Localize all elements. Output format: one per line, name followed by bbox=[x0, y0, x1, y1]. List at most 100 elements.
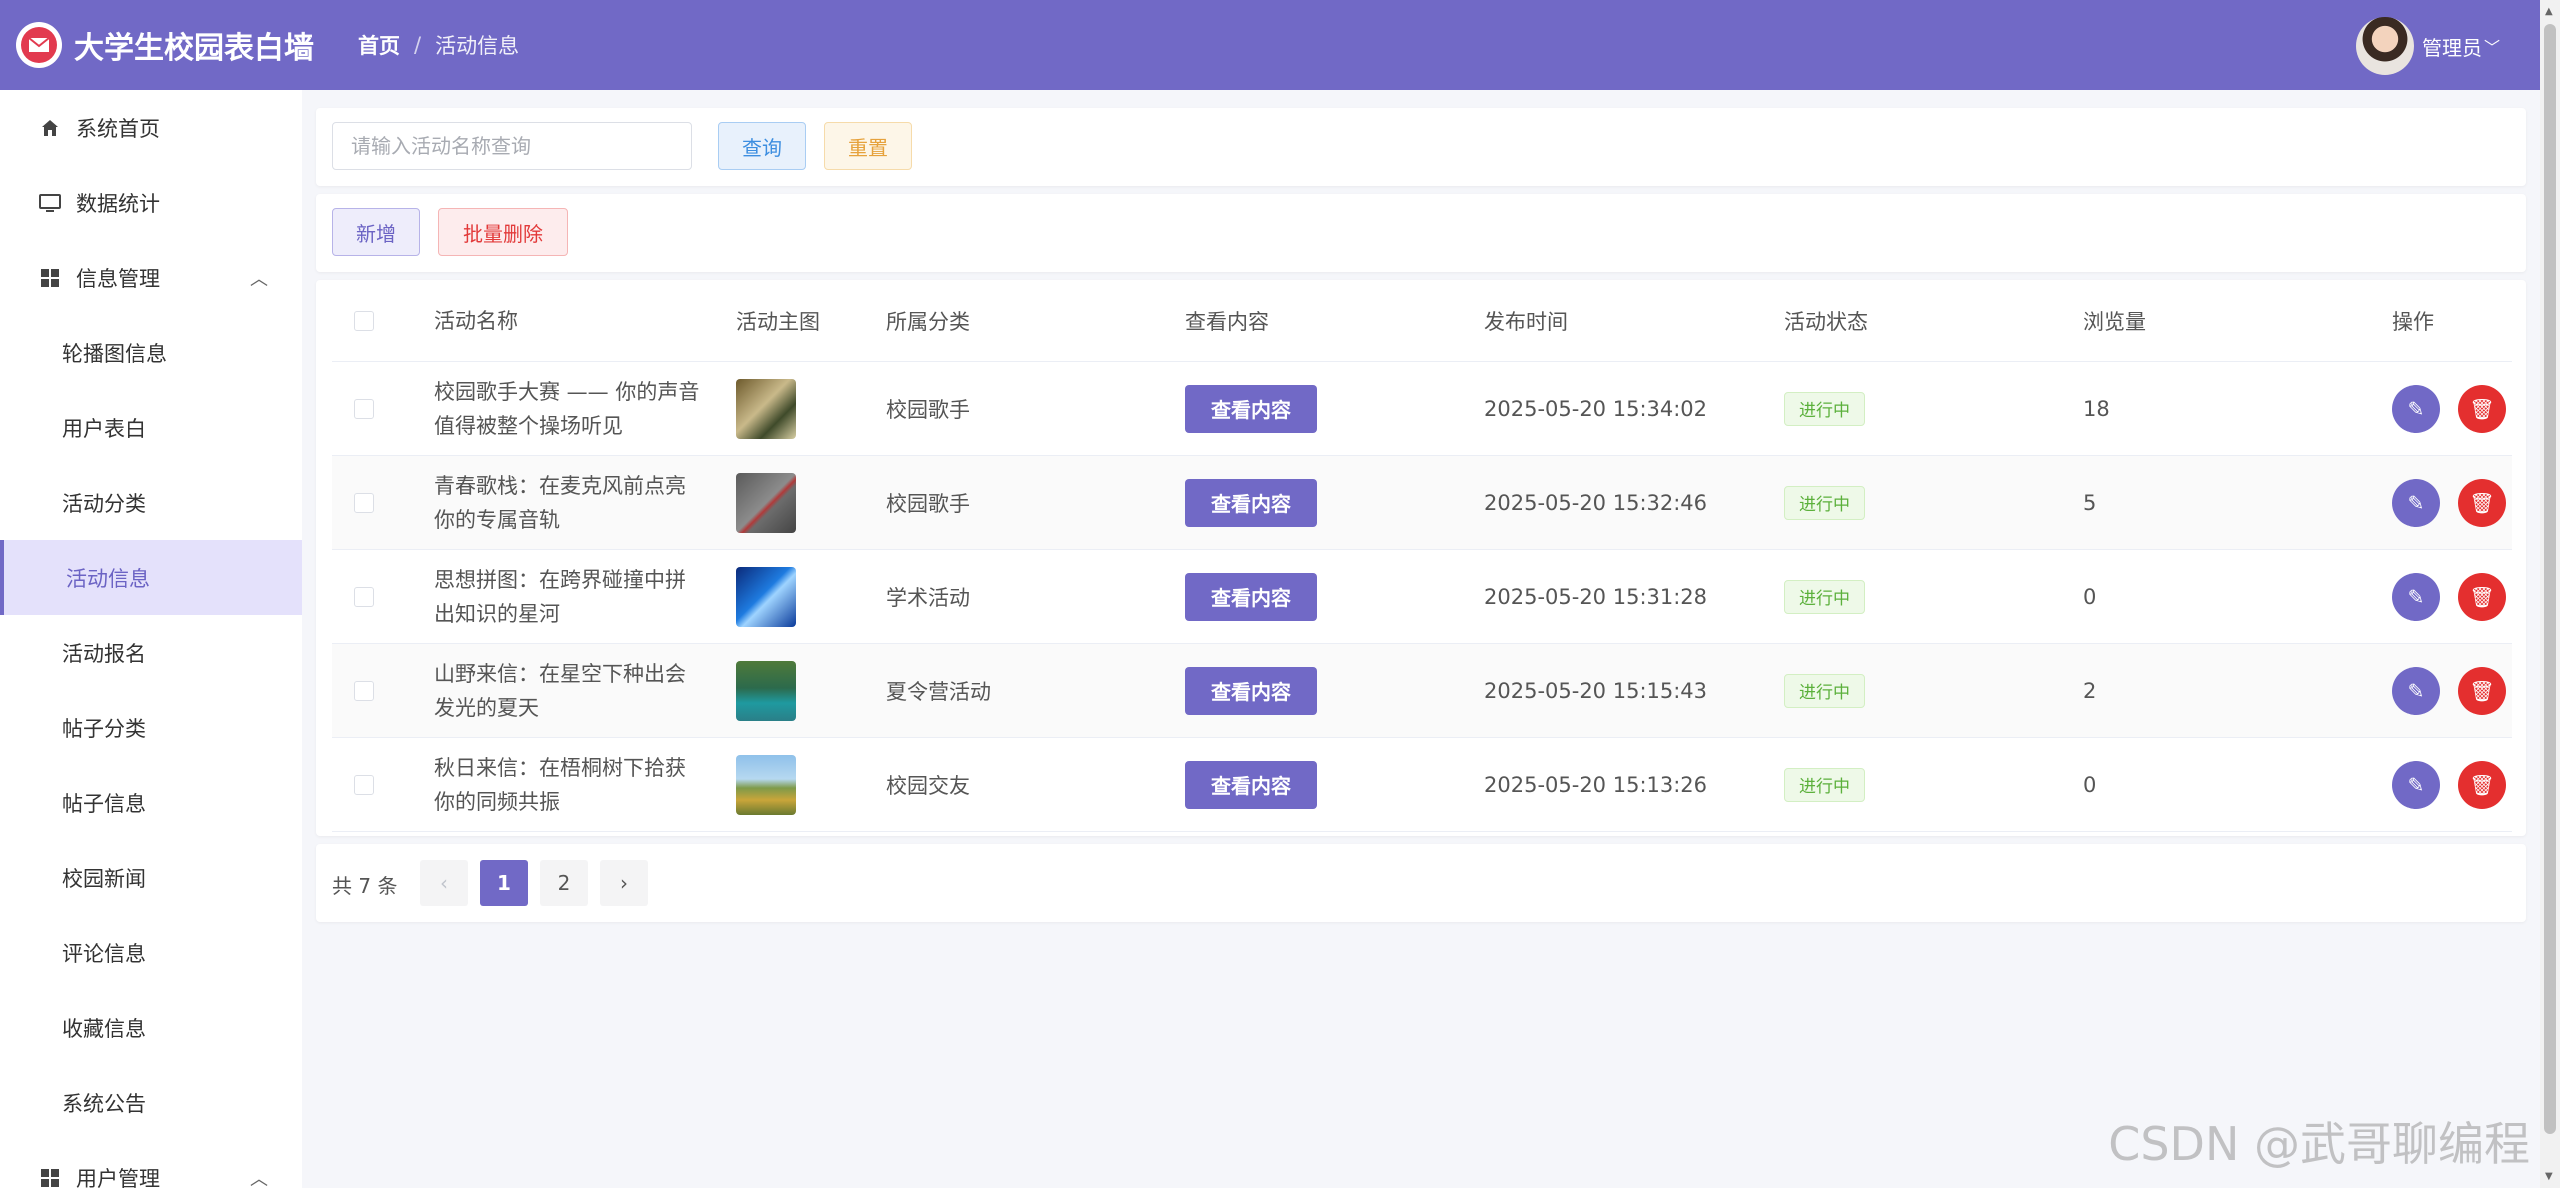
breadcrumb-separator: / bbox=[414, 33, 422, 57]
sidebar-item-label: 帖子信息 bbox=[62, 791, 146, 816]
table-row: 秋日来信：在梧桐树下拾获你的同频共振 校园交友 查看内容 2025-05-20 … bbox=[332, 738, 2512, 832]
status-badge: 进行中 bbox=[1784, 391, 1865, 426]
status-badge: 进行中 bbox=[1784, 673, 1865, 708]
breadcrumb-home[interactable]: 首页 bbox=[358, 30, 400, 60]
breadcrumb-current: 活动信息 bbox=[435, 34, 520, 58]
view-content-button[interactable]: 查看内容 bbox=[1185, 760, 1317, 809]
activity-category: 校园歌手 bbox=[886, 491, 970, 516]
user-name[interactable]: 管理员 bbox=[2422, 32, 2482, 61]
search-input[interactable] bbox=[332, 122, 692, 170]
edit-button[interactable]: ✎ bbox=[2392, 666, 2440, 715]
trash-icon: 🗑 bbox=[2469, 490, 2495, 515]
view-content-button[interactable]: 查看内容 bbox=[1185, 478, 1317, 527]
query-button[interactable]: 查询 bbox=[718, 122, 806, 170]
activity-table: 活动名称 活动主图 所属分类 查看内容 发布时间 活动状态 浏览量 操作 校园歌… bbox=[316, 280, 2526, 836]
grid-icon bbox=[38, 1166, 62, 1188]
delete-button[interactable]: 🗑 bbox=[2458, 572, 2506, 621]
view-count: 18 bbox=[2083, 396, 2110, 421]
activity-thumbnail[interactable] bbox=[736, 660, 796, 721]
activity-category: 夏令营活动 bbox=[886, 679, 991, 704]
table-header: 活动名称 活动主图 所属分类 查看内容 发布时间 活动状态 浏览量 操作 bbox=[332, 280, 2512, 362]
row-checkbox[interactable] bbox=[354, 680, 374, 701]
col-header-ops: 操作 bbox=[2392, 309, 2434, 334]
table-row: 青春歌栈：在麦克风前点亮你的专属音轨 校园歌手 查看内容 2025-05-20 … bbox=[332, 456, 2512, 550]
sidebar-item-comments[interactable]: 评论信息 bbox=[0, 915, 302, 990]
view-count: 2 bbox=[2083, 678, 2097, 703]
view-content-button[interactable]: 查看内容 bbox=[1185, 384, 1317, 433]
batch-delete-button[interactable]: 批量删除 bbox=[438, 208, 568, 256]
sidebar-item-activity-signup[interactable]: 活动报名 bbox=[0, 615, 302, 690]
publish-time: 2025-05-20 15:31:28 bbox=[1484, 584, 1708, 609]
chevron-down-icon[interactable]: ﹀ bbox=[2484, 34, 2500, 58]
activity-thumbnail[interactable] bbox=[736, 754, 796, 815]
reset-button[interactable]: 重置 bbox=[824, 122, 912, 170]
sidebar-group-users[interactable]: 用户管理 ︿ bbox=[0, 1140, 302, 1188]
sidebar-item-notices[interactable]: 系统公告 bbox=[0, 1065, 302, 1140]
breadcrumb: 首页 / 活动信息 bbox=[358, 30, 519, 60]
sidebar-item-activity-info[interactable]: 活动信息 bbox=[0, 540, 302, 615]
scroll-down-icon[interactable]: ▼ bbox=[2545, 1171, 2553, 1182]
table-row: 山野来信：在星空下种出会发光的夏天 夏令营活动 查看内容 2025-05-20 … bbox=[332, 644, 2512, 738]
trash-icon: 🗑 bbox=[2469, 678, 2495, 703]
col-header-status: 活动状态 bbox=[1784, 309, 1868, 334]
status-badge: 进行中 bbox=[1784, 579, 1865, 614]
sidebar-item-carousel[interactable]: 轮播图信息 bbox=[0, 315, 302, 390]
sidebar-item-label: 信息管理 bbox=[76, 266, 160, 291]
page-button[interactable]: 1 bbox=[480, 860, 528, 906]
user-menu[interactable]: 管理员 ﹀ bbox=[2355, 17, 2500, 75]
sidebar-item-post-category[interactable]: 帖子分类 bbox=[0, 690, 302, 765]
edit-button[interactable]: ✎ bbox=[2392, 384, 2440, 433]
edit-button[interactable]: ✎ bbox=[2392, 478, 2440, 527]
activity-name: 秋日来信：在梧桐树下拾获你的同频共振 bbox=[434, 755, 686, 814]
prev-page-button[interactable]: ‹ bbox=[420, 860, 468, 906]
sidebar-item-label: 活动分类 bbox=[62, 491, 146, 516]
view-content-button[interactable]: 查看内容 bbox=[1185, 572, 1317, 621]
activity-thumbnail[interactable] bbox=[736, 472, 796, 533]
activity-name: 校园歌手大赛 —— 你的声音值得被整个操场听见 bbox=[434, 379, 700, 438]
publish-time: 2025-05-20 15:15:43 bbox=[1484, 678, 1708, 703]
sidebar-item-favorites[interactable]: 收藏信息 bbox=[0, 990, 302, 1065]
col-header-time: 发布时间 bbox=[1484, 309, 1568, 334]
edit-button[interactable]: ✎ bbox=[2392, 760, 2440, 809]
sidebar-item-stats[interactable]: 数据统计 bbox=[0, 165, 302, 240]
delete-button[interactable]: 🗑 bbox=[2458, 478, 2506, 527]
delete-button[interactable]: 🗑 bbox=[2458, 666, 2506, 715]
col-header-views: 浏览量 bbox=[2083, 309, 2146, 334]
sidebar-item-label: 收藏信息 bbox=[62, 1016, 146, 1041]
next-page-button[interactable]: › bbox=[600, 860, 648, 906]
chevron-up-icon: ︿ bbox=[250, 268, 268, 290]
scroll-up-icon[interactable]: ▲ bbox=[2545, 6, 2553, 17]
page-scrollbar[interactable]: ▲ ▼ bbox=[2540, 0, 2560, 1188]
row-checkbox[interactable] bbox=[354, 492, 374, 513]
status-badge: 进行中 bbox=[1784, 767, 1865, 802]
row-checkbox[interactable] bbox=[354, 586, 374, 607]
app-title: 大学生校园表白墙 bbox=[74, 31, 314, 66]
edit-icon: ✎ bbox=[2407, 772, 2425, 797]
main-content: 查询 重置 新增 批量删除 活动名称 活动主图 所属分类 查看内容 发布时间 活… bbox=[302, 90, 2540, 1188]
delete-button[interactable]: 🗑 bbox=[2458, 760, 2506, 809]
view-content-button[interactable]: 查看内容 bbox=[1185, 666, 1317, 715]
sidebar-group-info[interactable]: 信息管理 ︿ bbox=[0, 240, 302, 315]
publish-time: 2025-05-20 15:13:26 bbox=[1484, 772, 1708, 797]
table-row: 思想拼图：在跨界碰撞中拼出知识的星河 学术活动 查看内容 2025-05-20 … bbox=[332, 550, 2512, 644]
sidebar-item-confessions[interactable]: 用户表白 bbox=[0, 390, 302, 465]
avatar[interactable] bbox=[2355, 17, 2414, 75]
sidebar-item-label: 轮播图信息 bbox=[62, 341, 167, 366]
row-checkbox[interactable] bbox=[354, 774, 374, 795]
add-button[interactable]: 新增 bbox=[332, 208, 420, 256]
sidebar-item-label: 用户管理 bbox=[76, 1166, 160, 1188]
page-button[interactable]: 2 bbox=[540, 860, 588, 906]
sidebar-item-post-info[interactable]: 帖子信息 bbox=[0, 765, 302, 840]
select-all-checkbox[interactable] bbox=[354, 310, 374, 331]
sidebar-item-activity-category[interactable]: 活动分类 bbox=[0, 465, 302, 540]
row-checkbox[interactable] bbox=[354, 398, 374, 419]
scrollbar-thumb[interactable] bbox=[2544, 24, 2556, 1134]
sidebar-item-home[interactable]: 系统首页 bbox=[0, 90, 302, 165]
app-logo bbox=[16, 22, 62, 68]
activity-thumbnail[interactable] bbox=[736, 566, 796, 627]
trash-icon: 🗑 bbox=[2469, 396, 2495, 421]
activity-thumbnail[interactable] bbox=[736, 378, 796, 439]
sidebar-item-campus-news[interactable]: 校园新闻 bbox=[0, 840, 302, 915]
edit-button[interactable]: ✎ bbox=[2392, 572, 2440, 621]
delete-button[interactable]: 🗑 bbox=[2458, 384, 2506, 433]
